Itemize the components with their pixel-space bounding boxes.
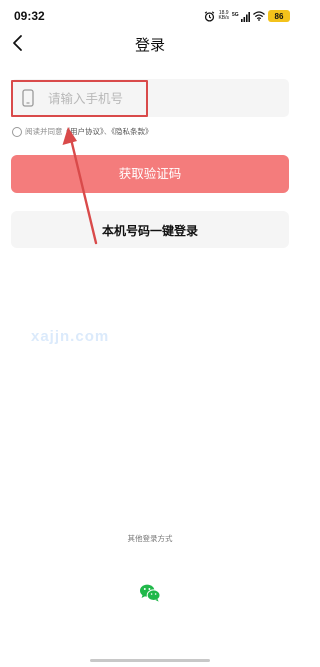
one-click-login-label: 本机号码一键登录: [101, 224, 198, 238]
phone-icon: [22, 89, 34, 107]
status-icons: 18.9 KB/s 5G 86: [204, 9, 290, 23]
net-speed: 18.9 KB/s: [218, 11, 229, 21]
status-time: 09:32: [14, 9, 45, 23]
wifi-icon: [253, 11, 265, 21]
status-bar: 09:32 18.9 KB/s 5G 86: [0, 0, 300, 30]
phone-input[interactable]: [48, 88, 248, 108]
signal-icon: 5G: [232, 11, 250, 22]
wechat-login-button[interactable]: [139, 583, 161, 603]
wechat-icon: [140, 584, 161, 602]
net-speed-unit: KB/s: [218, 15, 229, 21]
home-indicator: [90, 659, 210, 662]
agreement-prefix: 阅读并同意: [25, 127, 63, 136]
alarm-icon: [205, 10, 215, 22]
agreement-checkbox[interactable]: [12, 127, 22, 137]
get-code-button[interactable]: 获取验证码: [11, 155, 289, 193]
privacy-policy-link[interactable]: 《隐私条款》: [111, 127, 152, 136]
battery-indicator: 86: [268, 10, 290, 22]
other-login-label: 其他登录方式: [127, 534, 173, 543]
watermark: xajjn.com: [31, 328, 110, 345]
page-title: 登录: [134, 36, 165, 54]
network-type: 5G: [232, 12, 239, 18]
